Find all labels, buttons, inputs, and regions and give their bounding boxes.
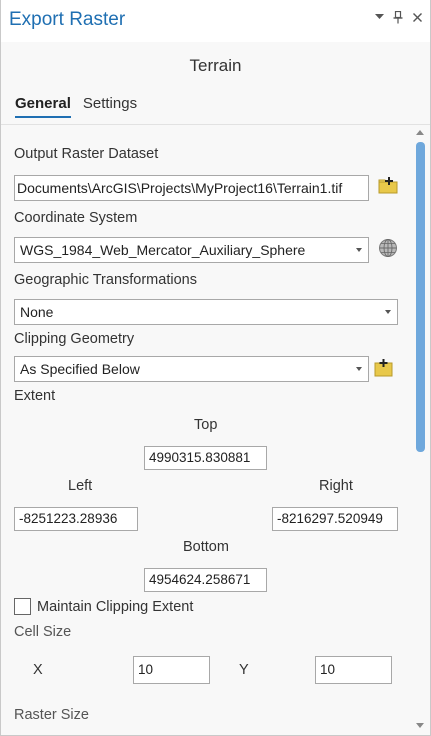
- extent-right-label: Right: [319, 478, 353, 494]
- chevron-down-icon: [356, 367, 362, 371]
- raster-size-label: Raster Size: [14, 707, 89, 723]
- extent-left-input[interactable]: -8251223.28936: [14, 507, 138, 531]
- extent-label: Extent: [14, 388, 56, 404]
- extent-bottom-label: Bottom: [183, 539, 229, 555]
- maintain-clipping-extent-checkbox[interactable]: [14, 598, 31, 615]
- close-icon[interactable]: [412, 10, 422, 24]
- extent-left-label: Left: [68, 478, 93, 494]
- tab-settings[interactable]: Settings: [83, 95, 137, 118]
- tab-divider: [1, 124, 430, 125]
- geographic-transformations-select[interactable]: None: [14, 299, 398, 325]
- tab-bar: General Settings: [15, 95, 137, 118]
- clipping-geometry-value: As Specified Below: [20, 361, 140, 377]
- export-raster-pane: Export Raster Terrain General Settings O…: [0, 0, 431, 736]
- chevron-down-icon[interactable]: [374, 10, 384, 24]
- layer-name: Terrain: [189, 56, 242, 75]
- cell-size-x-input[interactable]: 10: [133, 656, 210, 684]
- extent-top-input[interactable]: 4990315.830881: [144, 446, 267, 470]
- vertical-scrollbar[interactable]: [414, 126, 427, 732]
- cell-size-y-input[interactable]: 10: [315, 656, 392, 684]
- pane-title-controls: [374, 10, 422, 24]
- geographic-transformations-value: None: [20, 304, 54, 320]
- output-raster-input[interactable]: Documents\ArcGIS\Projects\MyProject16\Te…: [14, 175, 369, 201]
- output-raster-value: Documents\ArcGIS\Projects\MyProject16\Te…: [17, 180, 343, 196]
- chevron-down-icon: [356, 248, 362, 252]
- cell-size-label: Cell Size: [14, 624, 72, 640]
- geographic-transformations-label: Geographic Transformations: [14, 272, 197, 288]
- pin-icon[interactable]: [393, 10, 403, 24]
- extent-top-label: Top: [194, 417, 218, 433]
- coordinate-system-select[interactable]: WGS_1984_Web_Mercator_Auxiliary_Sphere: [14, 237, 369, 263]
- pane-titlebar: Export Raster: [1, 0, 430, 42]
- clipping-geometry-label: Clipping Geometry: [14, 331, 135, 347]
- extent-right-input[interactable]: -8216297.520949: [272, 507, 398, 531]
- browse-folder-icon[interactable]: [378, 176, 400, 198]
- cell-size-y-label: Y: [239, 662, 249, 678]
- extent-bottom-input[interactable]: 4954624.258671: [144, 568, 267, 592]
- cell-size-x-label: X: [33, 662, 43, 678]
- tab-general[interactable]: General: [15, 95, 71, 118]
- output-raster-label: Output Raster Dataset: [14, 146, 159, 162]
- clipping-geometry-select[interactable]: As Specified Below: [14, 356, 369, 382]
- globe-icon[interactable]: [378, 238, 400, 260]
- pane-title: Export Raster: [9, 9, 126, 30]
- maintain-clipping-extent-label: Maintain Clipping Extent: [37, 599, 194, 615]
- scroll-thumb[interactable]: [416, 142, 425, 452]
- scroll-down-icon[interactable]: [416, 723, 424, 728]
- coordinate-system-label: Coordinate System: [14, 210, 138, 226]
- add-geometry-icon[interactable]: [374, 358, 396, 380]
- chevron-down-icon: [385, 310, 391, 314]
- scroll-up-icon[interactable]: [416, 130, 424, 135]
- coordinate-system-value: WGS_1984_Web_Mercator_Auxiliary_Sphere: [20, 242, 306, 258]
